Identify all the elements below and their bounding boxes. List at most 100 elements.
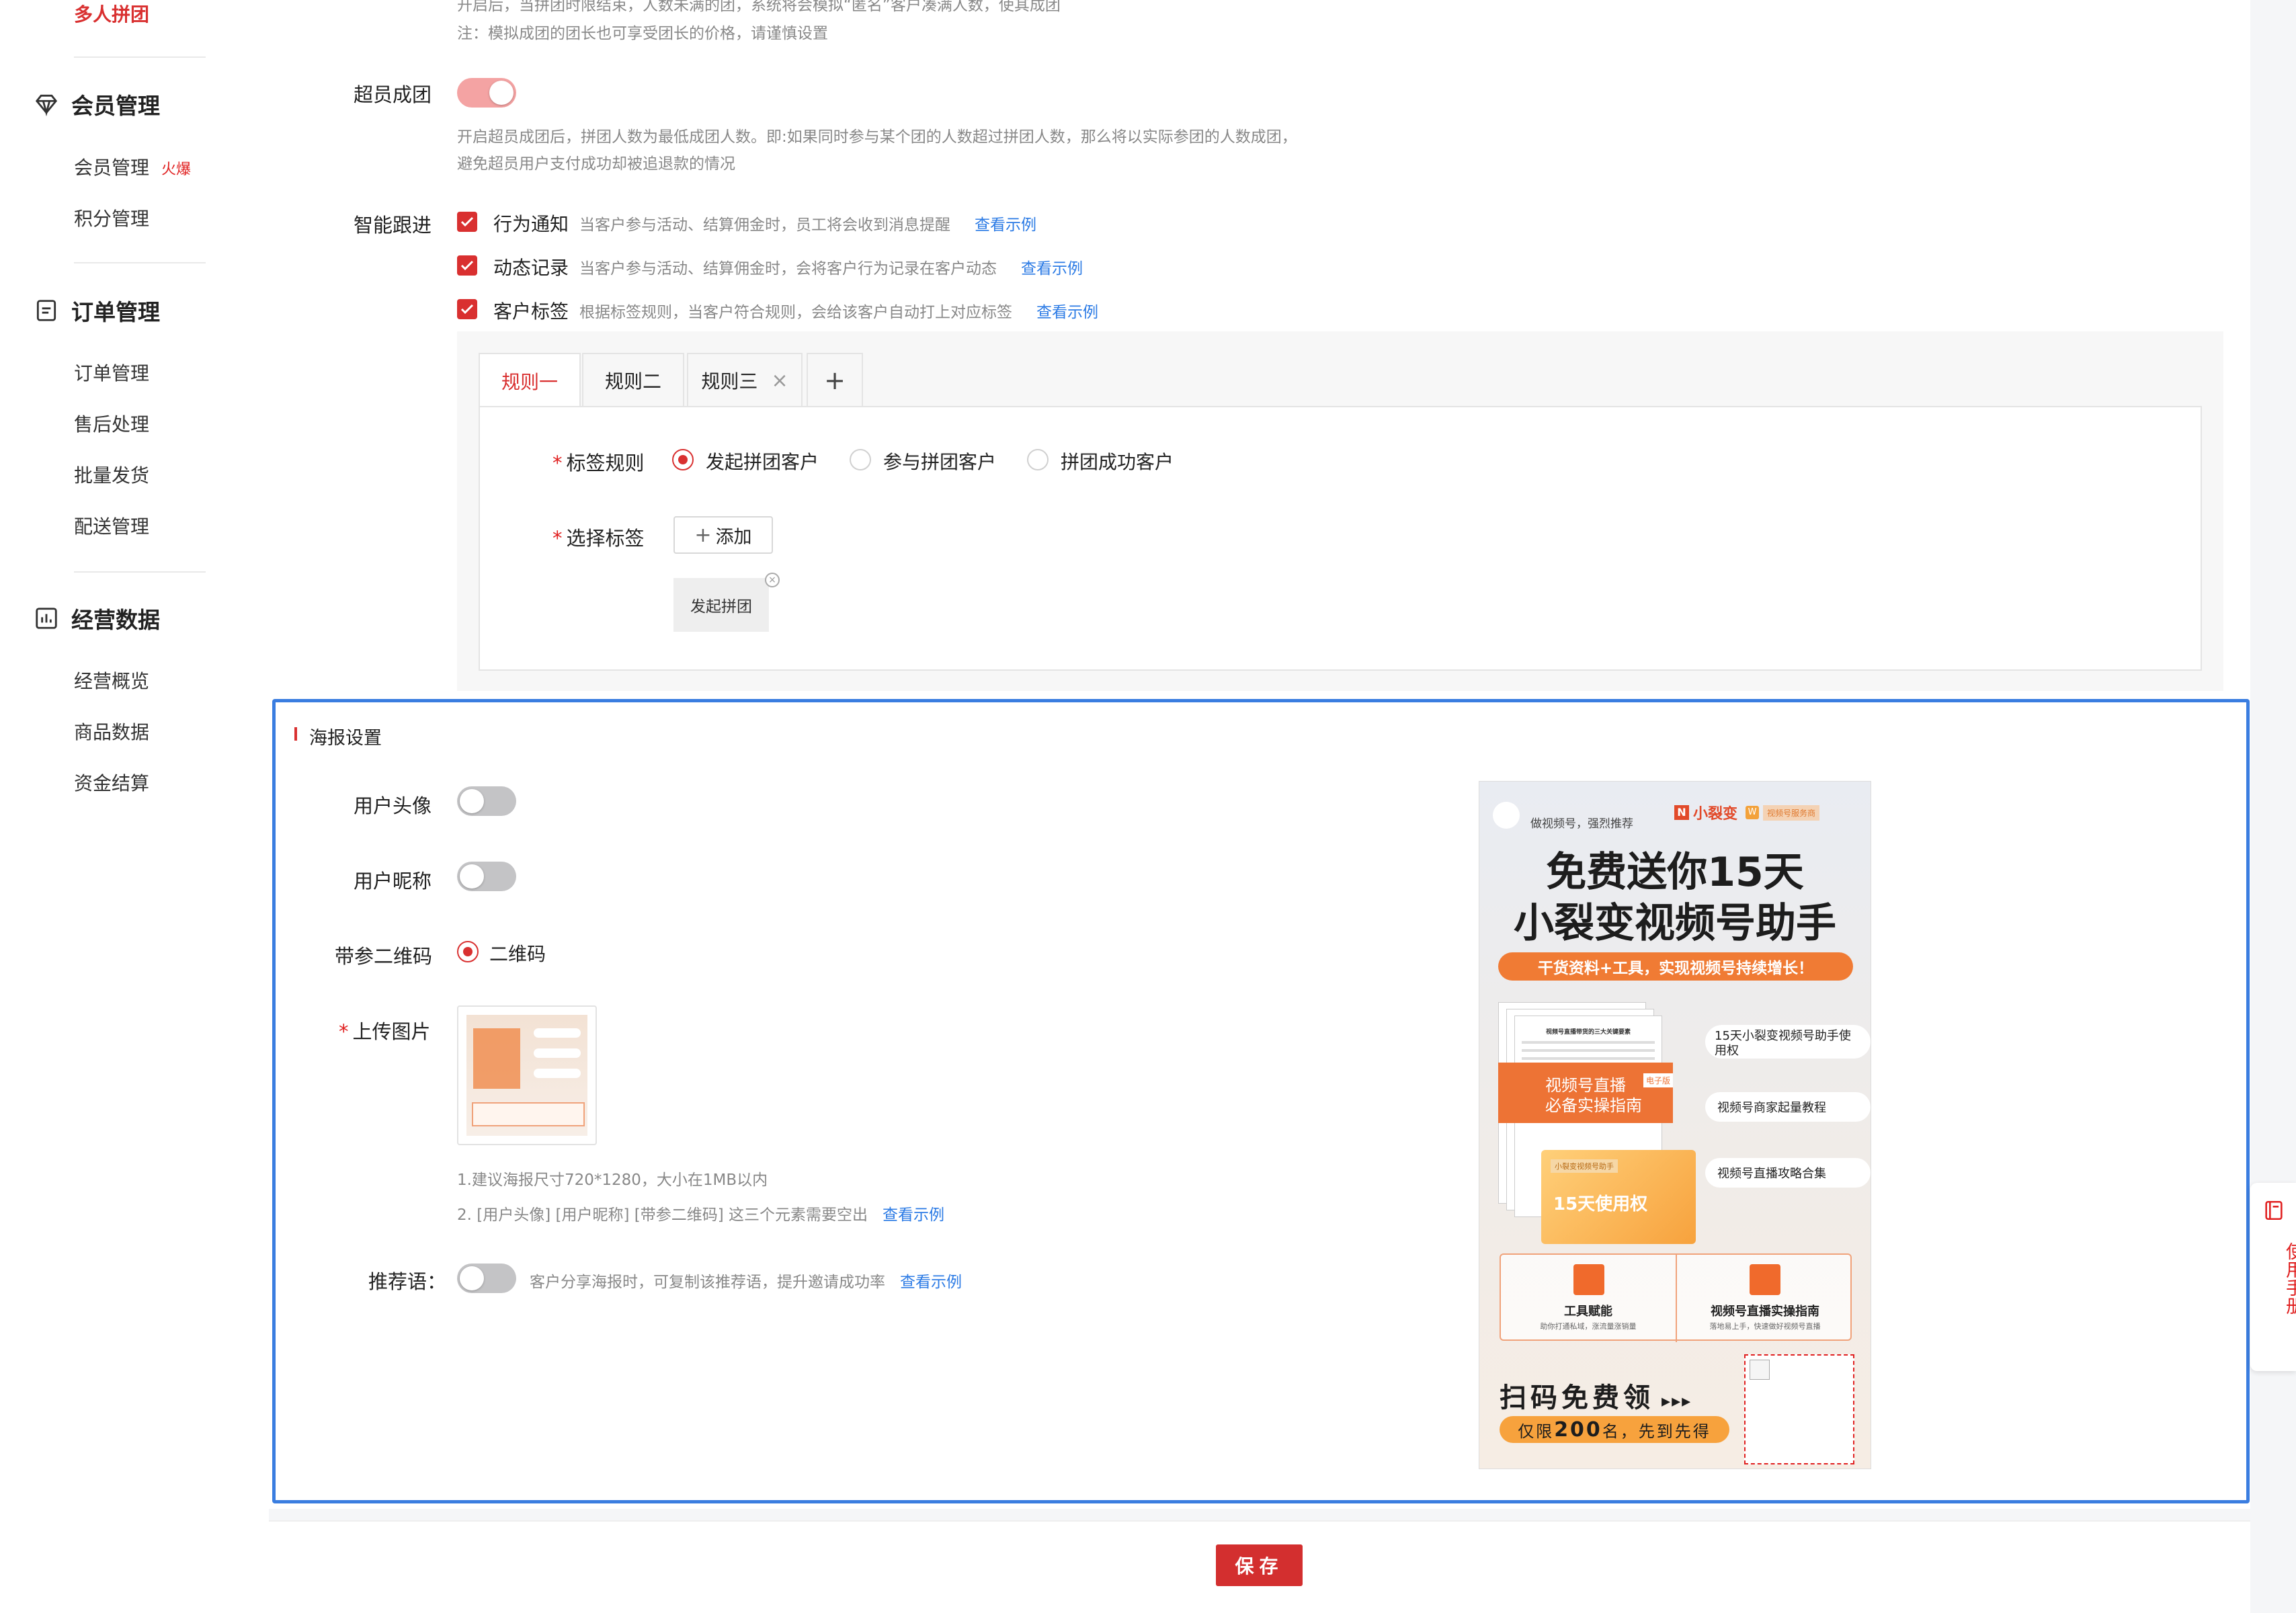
view-example-link[interactable]: 查看示例: [900, 1274, 962, 1291]
sidebar-item-overview[interactable]: 经营概览: [74, 667, 149, 694]
view-example-link[interactable]: 查看示例: [1036, 299, 1098, 322]
sidebar-divider: [74, 262, 206, 263]
over-group-label: 超员成团: [354, 83, 432, 106]
card-text: 15天使用权: [1553, 1194, 1648, 1214]
view-example-link[interactable]: 查看示例: [975, 212, 1036, 235]
sidebar-group-order[interactable]: 订单管理: [34, 294, 160, 327]
behavior-notify-row: 行为通知 当客户参与活动、结算佣金时，员工将会收到消息提醒 查看示例: [493, 210, 1036, 237]
book-icon: [2265, 1200, 2283, 1221]
cta-text: 扫码免费领: [1500, 1382, 1654, 1413]
upload-hint-elements: 2. [用户头像] [用户昵称] [带参二维码] 这三个元素需要空出 查看示例: [457, 1202, 944, 1225]
doc-line: [1522, 1049, 1655, 1052]
brand-subtitle: 视频号服务商: [1763, 804, 1820, 821]
feature-title: 工具赋能: [1564, 1305, 1612, 1319]
sidebar-item-batch-ship[interactable]: 批量发货: [74, 461, 149, 488]
qrcode-radio[interactable]: [457, 941, 479, 962]
tag-rule-radio-participant[interactable]: [850, 449, 871, 470]
customer-tag-row: 客户标签 根据标签规则，当客户符合规则，会给该客户自动打上对应标签 查看示例: [493, 297, 1098, 324]
upload-label: * 上传图片: [339, 1016, 431, 1044]
save-button[interactable]: 保存: [1216, 1544, 1303, 1586]
book-title-2: 必备实操指南: [1545, 1096, 1642, 1115]
limit-prefix: 仅限: [1518, 1421, 1555, 1441]
option-desc: 根据标签规则，当客户符合规则，会给该客户自动打上对应标签: [579, 304, 1013, 321]
close-icon[interactable]: ×: [771, 369, 788, 392]
add-tab-button[interactable]: +: [807, 353, 863, 407]
sidebar-group-member[interactable]: 会员管理: [34, 87, 160, 121]
toggle-knob: [460, 864, 484, 888]
remove-tag-icon[interactable]: ×: [765, 573, 780, 587]
preview-limit: 仅限 200 名，先到先得: [1500, 1416, 1729, 1443]
broken-image-icon: [1750, 1360, 1770, 1380]
activity-record-checkbox[interactable]: [457, 255, 477, 276]
thumbnail-preview: [466, 1015, 587, 1136]
thumbnail-bubble: [534, 1028, 581, 1038]
preview-book-stack: 视频号直播带货的三大关键要素 视频号直播 必备实操指南 电子版 小裂变视频号助手…: [1498, 1002, 1696, 1244]
label-text: 上传图片: [352, 1020, 431, 1043]
qrcode-placeholder: [1744, 1354, 1854, 1464]
view-example-link[interactable]: 查看示例: [1021, 255, 1083, 278]
view-example-link[interactable]: 查看示例: [883, 1206, 944, 1224]
radio-label: 发起拼团客户: [706, 451, 819, 473]
check-icon: [460, 260, 474, 271]
auto-group-hint: 开启后，当拼团时限结束，人数未满的团，系统将会模拟“匿名”客户凑满人数，使其成团: [457, 0, 1061, 14]
uploaded-image-thumbnail[interactable]: [457, 1005, 597, 1145]
label-text: 标签规则: [566, 452, 645, 474]
tab-label: 规则三: [701, 370, 758, 392]
sidebar-group-business[interactable]: 经营数据: [34, 602, 160, 635]
add-tag-button[interactable]: + 添加: [673, 516, 773, 554]
sidebar-item-group-buy[interactable]: 多人拼团: [74, 0, 149, 27]
recommend-toggle[interactable]: [457, 1264, 516, 1293]
auto-group-note: 注：模拟成团的团长也可享受团长的价格，请谨慎设置: [457, 25, 828, 42]
guide-icon: [1750, 1264, 1780, 1295]
sidebar-item-product-data[interactable]: 商品数据: [74, 718, 149, 745]
avatar-placeholder: [1493, 802, 1520, 829]
sidebar-divider: [74, 56, 206, 58]
tag-rule-radio-success[interactable]: [1027, 449, 1049, 470]
sidebar-item-after-sale[interactable]: 售后处理: [74, 410, 149, 437]
plus-icon: +: [694, 523, 712, 547]
nickname-toggle[interactable]: [457, 862, 516, 891]
card-tag: 小裂变视频号助手: [1551, 1159, 1618, 1173]
poster-preview: 做视频号，强烈推荐 N 小裂变 W 视频号服务商 免费送你15天 小裂变视频号助…: [1479, 781, 1871, 1469]
upload-hint-size: 1.建议海报尺寸720*1280，大小在1MB以内: [457, 1171, 768, 1189]
sidebar-item-settlement[interactable]: 资金结算: [74, 769, 149, 796]
qrcode-label: 带参二维码: [335, 945, 433, 968]
sidebar-item-orders[interactable]: 订单管理: [74, 359, 149, 386]
sidebar-group-title: 经营数据: [71, 607, 160, 633]
nickname-label: 用户昵称: [354, 870, 432, 893]
over-group-toggle[interactable]: [457, 78, 516, 108]
sidebar-item-delivery[interactable]: 配送管理: [74, 512, 149, 539]
smart-follow-label: 智能跟进: [354, 214, 432, 237]
feature-box-1: 工具赋能 助你打通私域，涨流量涨销量: [1501, 1255, 1677, 1342]
manual-label: 使用手册: [2283, 1242, 2296, 1315]
tab-rule-1[interactable]: 规则一: [479, 353, 581, 408]
activity-record-row: 动态记录 当客户参与活动、结算佣金时，会将客户行为记录在客户动态 查看示例: [493, 253, 1083, 280]
usage-card: 小裂变视频号助手 15天使用权: [1541, 1150, 1696, 1244]
user-manual-float[interactable]: 使用手册: [2250, 1183, 2296, 1371]
tab-rule-3[interactable]: 规则三 ×: [687, 353, 803, 407]
tab-rule-2[interactable]: 规则二: [582, 353, 684, 407]
option-title: 动态记录: [493, 257, 569, 279]
feature-box-2: 视频号直播实操指南 落地易上手，快速做好视频号直播: [1677, 1255, 1853, 1342]
tag-rule-label: * 标签规则: [552, 448, 645, 476]
thumbnail-bubble: [534, 1048, 581, 1058]
tag-rule-radio-initiator[interactable]: [672, 449, 694, 470]
book-badge: 电子版: [1643, 1073, 1673, 1087]
toggle-knob: [460, 789, 484, 813]
book-cover-band: 视频号直播 必备实操指南 电子版: [1498, 1063, 1673, 1123]
diamond-icon: [35, 94, 58, 117]
label-text: 选择标签: [566, 527, 645, 550]
sidebar: 多人拼团 会员管理 会员管理 火爆 积分管理 订单管理 订单管理 售后处理 批量发…: [0, 0, 269, 1613]
avatar-toggle[interactable]: [457, 786, 516, 816]
button-label: 添加: [715, 526, 752, 548]
arrow-icons: ▸▸▸: [1654, 1391, 1692, 1411]
sidebar-item-member[interactable]: 会员管理 火爆: [74, 153, 191, 180]
customer-tag-checkbox[interactable]: [457, 299, 477, 319]
preview-top-tag: 做视频号，强烈推荐: [1530, 817, 1633, 831]
hint-text: 2. [用户头像] [用户昵称] [带参二维码] 这三个元素需要空出: [457, 1206, 868, 1224]
sidebar-item-points[interactable]: 积分管理: [74, 204, 149, 231]
check-icon: [460, 216, 474, 227]
section-marker: [294, 727, 297, 741]
thumbnail-block: [473, 1028, 520, 1089]
behavior-notify-checkbox[interactable]: [457, 212, 477, 232]
